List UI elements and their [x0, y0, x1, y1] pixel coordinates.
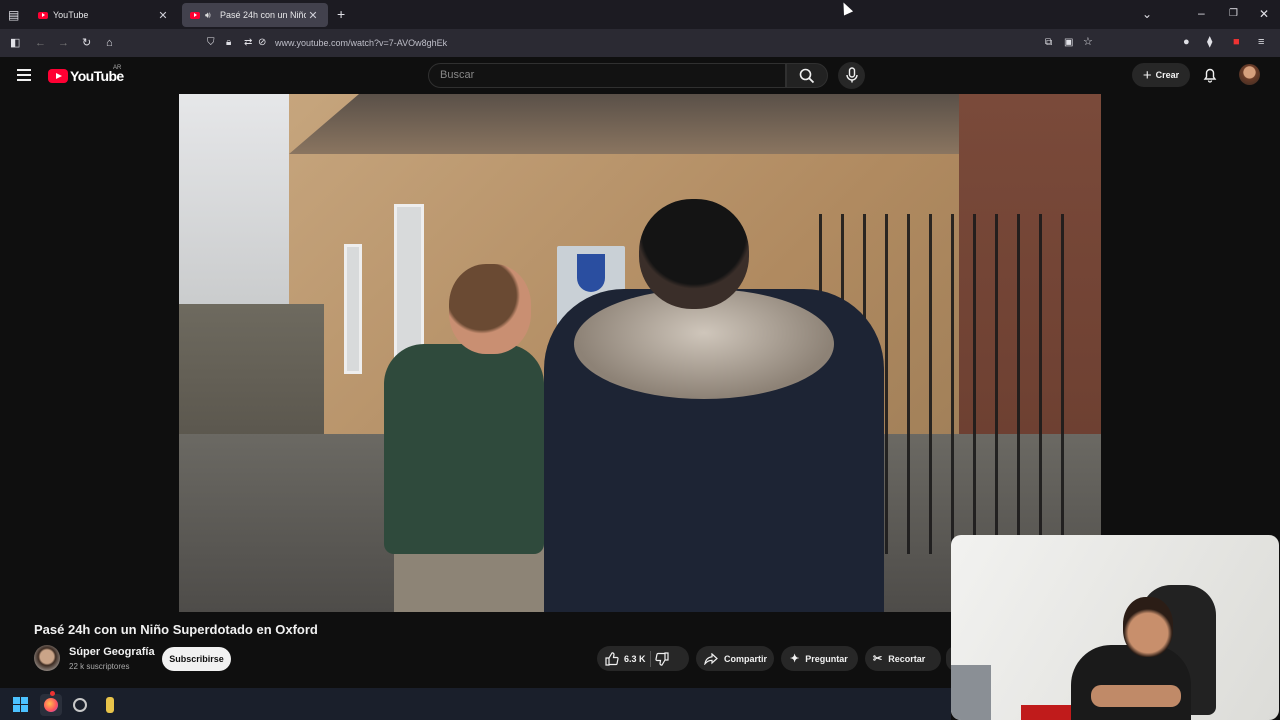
app-menu-icon[interactable]: ≡	[1258, 36, 1264, 48]
scissors-icon: ✂	[873, 653, 883, 665]
bookmark-star-icon[interactable]: ☆	[1083, 36, 1093, 48]
picture-in-picture-icon[interactable]: ⧉	[1045, 37, 1052, 49]
back-icon[interactable]: ←	[35, 37, 46, 49]
clip-button[interactable]: ✂ Recortar	[865, 646, 941, 671]
video-frame-roof	[289, 94, 989, 154]
ask-button[interactable]: ✦ Preguntar	[781, 646, 858, 671]
notification-dot-icon	[50, 691, 55, 696]
youtube-header: YouTube AR Buscar + Crear	[0, 57, 1280, 94]
video-frame-person-head	[639, 199, 749, 309]
url-text[interactable]: www.youtube.com/watch?v=7-AVOw8ghEk	[275, 38, 447, 48]
game-taskbar-icon[interactable]	[99, 694, 121, 716]
reload-icon[interactable]: ↻	[82, 37, 91, 49]
tab-title: Pasé 24h con un Niño Superdotado en Oxfo…	[220, 10, 306, 20]
webcam-person-body	[1071, 645, 1191, 720]
extensions-icon[interactable]: ⧫	[1207, 36, 1212, 48]
tab-list-icon[interactable]: ▤	[8, 9, 19, 21]
speaker-icon[interactable]: 🔊︎	[205, 10, 215, 20]
minimize-icon[interactable]: –	[1198, 7, 1205, 19]
app-taskbar-icon[interactable]	[69, 694, 91, 716]
video-frame-person-green-shirt	[384, 344, 544, 554]
home-icon[interactable]: ⌂	[106, 37, 113, 49]
account-icon[interactable]: ●	[1183, 36, 1190, 48]
permissions-icon[interactable]: ⇄	[244, 37, 252, 49]
notifications-bell-icon[interactable]	[1202, 67, 1218, 83]
video-frame-window	[344, 244, 362, 374]
youtube-logo[interactable]: YouTube AR	[48, 65, 124, 84]
new-tab-icon[interactable]: +	[337, 7, 345, 21]
tracking-icon[interactable]: ⊘	[258, 37, 266, 49]
hamburger-menu-icon[interactable]	[17, 69, 31, 81]
tab-video[interactable]: 🔊︎ Pasé 24h con un Niño Superdotado en O…	[182, 3, 328, 27]
browser-tab-strip: ▤ YouTube ✕ 🔊︎ Pasé 24h con un Niño Supe…	[0, 0, 1280, 29]
search-button[interactable]	[786, 63, 828, 88]
close-window-icon[interactable]: ✕	[1259, 8, 1269, 20]
plus-icon: +	[1142, 66, 1152, 84]
search-input[interactable]: Buscar	[428, 63, 786, 88]
chevron-down-icon[interactable]: ⌄	[1142, 8, 1152, 20]
create-label: Crear	[1155, 70, 1180, 80]
lock-icon[interactable]: 🔒︎	[226, 37, 231, 49]
forward-icon[interactable]: →	[58, 37, 69, 49]
country-code: AR	[113, 65, 122, 71]
os-taskbar	[0, 688, 951, 720]
tab-youtube[interactable]: YouTube ✕	[30, 3, 178, 27]
webcam-overlay	[951, 535, 1279, 720]
like-count: 6.3 K	[624, 653, 646, 664]
youtube-favicon-icon	[38, 11, 48, 19]
thumbs-up-icon	[605, 651, 619, 666]
video-frame-person-legs	[394, 544, 544, 612]
windows-start-icon[interactable]	[10, 694, 32, 716]
search-icon	[799, 68, 815, 84]
sparkle-icon: ✦	[790, 653, 800, 665]
like-button[interactable]: 6.3 K	[597, 646, 646, 671]
tab-title: YouTube	[53, 10, 89, 20]
shield-icon	[577, 254, 605, 292]
close-tab-icon[interactable]: ✕	[156, 9, 170, 22]
webcam-person-arms	[1091, 685, 1181, 707]
divider	[649, 650, 651, 667]
webcam-person-head	[1123, 597, 1173, 657]
subscribe-button[interactable]: Subscribirse	[162, 647, 231, 671]
channel-avatar[interactable]	[34, 645, 60, 671]
firefox-taskbar-icon[interactable]	[40, 694, 62, 716]
youtube-play-icon	[48, 69, 68, 83]
video-frame-stone-wall	[179, 304, 324, 444]
close-tab-icon[interactable]: ✕	[306, 9, 320, 22]
like-dislike-group: 6.3 K	[597, 646, 689, 671]
ask-label: Preguntar	[805, 653, 848, 664]
share-label: Compartir	[724, 653, 768, 664]
thumbs-down-icon	[654, 651, 669, 666]
share-icon	[704, 652, 718, 665]
video-frame-person-head	[449, 264, 531, 354]
microphone-icon	[846, 67, 858, 83]
youtube-favicon-icon	[190, 11, 200, 19]
shield-icon[interactable]: ⛉	[207, 37, 215, 49]
restore-icon[interactable]: ❐	[1229, 8, 1238, 20]
create-button[interactable]: + Crear	[1132, 63, 1190, 87]
browser-toolbar: ◧ ← → ↻ ⌂ ⛉ 🔒︎ ⇄ ⊘ www.youtube.com/watch…	[0, 29, 1280, 68]
channel-name[interactable]: Súper Geografía	[69, 646, 155, 658]
share-button[interactable]: Compartir	[696, 646, 774, 671]
clip-label: Recortar	[888, 653, 926, 664]
voice-search-button[interactable]	[838, 62, 865, 89]
user-avatar[interactable]	[1239, 64, 1260, 85]
video-title: Pasé 24h con un Niño Superdotado en Oxfo…	[34, 622, 318, 637]
subscriber-count: 22 k suscriptores	[69, 662, 130, 671]
webcam-object	[951, 665, 991, 720]
extension-badge-icon[interactable]: ■	[1233, 36, 1240, 48]
url-bar[interactable]: ⛉ 🔒︎ ⇄ ⊘ www.youtube.com/watch?v=7-AVOw8…	[200, 32, 1100, 54]
reader-view-icon[interactable]: ▣	[1064, 37, 1073, 49]
dislike-button[interactable]	[654, 646, 669, 671]
sidebar-toggle-icon[interactable]: ◧	[10, 37, 20, 49]
